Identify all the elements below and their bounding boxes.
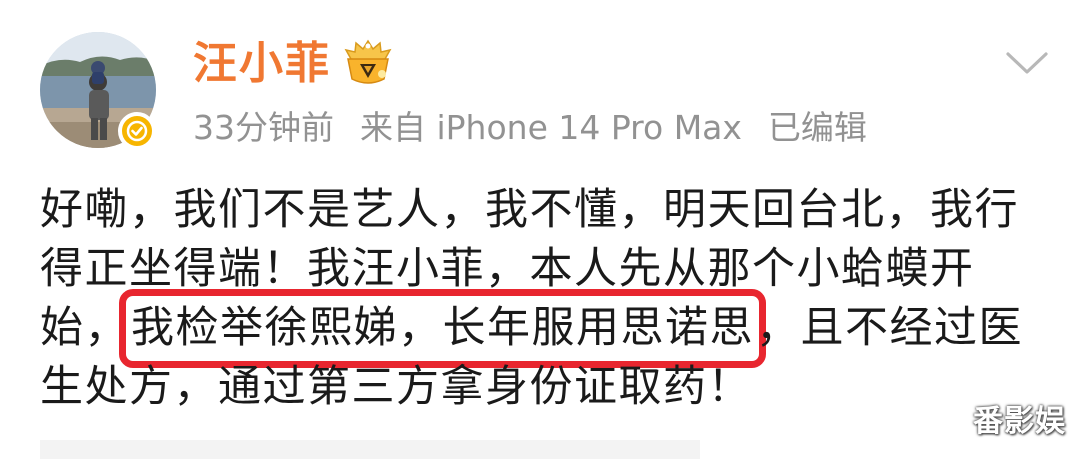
content-line-1: 好嘞，我们不是艺人，我不懂，明天回台北，我行 [40, 185, 1019, 235]
verified-check-icon [118, 112, 156, 150]
content-line-2: 得正坐得端！我汪小菲，本人先从那个小蛤蟆开 [40, 244, 975, 294]
weibo-post: 汪小菲 33分钟前 来自 iPhone 14 Pro Max 已编辑 好嘞，我们不是… [0, 0, 1080, 459]
edited-label[interactable]: 已编辑 [768, 108, 867, 147]
faded-content-strip [40, 440, 700, 459]
content-text: 始， [40, 303, 129, 353]
content-line-3: 始，我检举徐熙娣，长年服用思诺思，且不经过医 [40, 289, 1050, 368]
post-meta: 33分钟前 来自 iPhone 14 Pro Max 已编辑 [193, 104, 867, 152]
content-text: ，且不经过医 [756, 303, 1023, 353]
watermark: 番影娱 [973, 404, 1066, 439]
content-line-4: 生处方，通过第三方拿身份证取药！ [40, 362, 752, 412]
post-time: 33分钟前 [193, 108, 334, 147]
author-name[interactable]: 汪小菲 [193, 36, 331, 92]
chevron-down-icon[interactable] [1004, 48, 1050, 78]
post-source[interactable]: 来自 iPhone 14 Pro Max [360, 108, 742, 147]
crown-badge-icon [340, 37, 396, 87]
post-content: 好嘞，我们不是艺人，我不懂，明天回台北，我行 得正坐得端！我汪小菲，本人先从那个… [40, 181, 1050, 417]
highlighted-sentence: 我检举徐熙娣，长年服用思诺思 [119, 289, 766, 368]
